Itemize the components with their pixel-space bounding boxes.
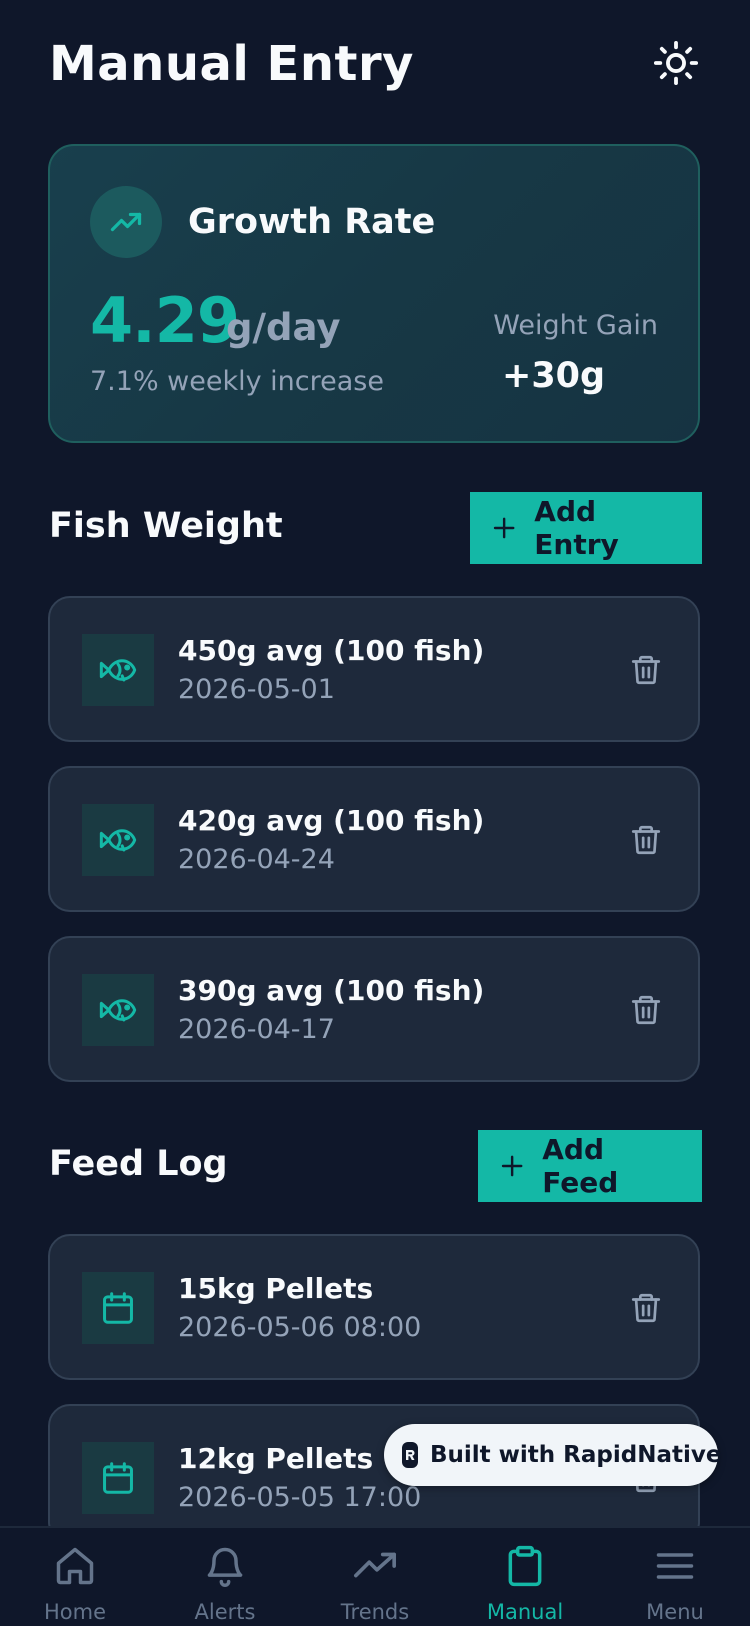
built-with-badge-text: Built with RapidNative xyxy=(430,1442,722,1468)
growth-rate-subtitle: 7.1% weekly increase xyxy=(90,366,384,397)
trending-up-icon xyxy=(110,212,142,232)
fish-icon xyxy=(99,999,137,1022)
nav-label-manual: Manual xyxy=(486,1600,564,1624)
fish-icon-container xyxy=(82,634,154,706)
entry-title: 390g avg (100 fish) xyxy=(178,974,485,1007)
theme-toggle-button[interactable] xyxy=(651,38,701,88)
entry-title: 450g avg (100 fish) xyxy=(178,634,485,667)
entry-date: 2026-05-05 17:00 xyxy=(178,1482,422,1513)
nav-label-home: Home xyxy=(43,1600,106,1624)
nav-label-menu: Menu xyxy=(646,1600,704,1624)
bell-icon xyxy=(207,1547,243,1587)
feed-log-section-title: Feed Log xyxy=(49,1144,228,1184)
fish-weight-section-title: Fish Weight xyxy=(49,506,283,546)
entry-title: 15kg Pellets xyxy=(178,1272,374,1305)
nav-item-manual[interactable]: Manual xyxy=(450,1528,600,1626)
entry-date: 2026-05-01 xyxy=(178,674,335,705)
growth-icon-container xyxy=(90,186,162,258)
fish-weight-entry: 420g avg (100 fish) 2026-04-24 xyxy=(48,766,700,912)
trash-icon xyxy=(631,995,661,1025)
fish-icon-container xyxy=(82,804,154,876)
nav-item-alerts[interactable]: Alerts xyxy=(150,1528,300,1626)
entry-date: 2026-05-06 08:00 xyxy=(178,1312,422,1343)
trash-icon xyxy=(631,1293,661,1323)
fish-icon-container xyxy=(82,974,154,1046)
weight-gain-label: Weight Gain xyxy=(493,310,658,341)
calendar-icon xyxy=(103,1462,133,1494)
page-title: Manual Entry xyxy=(49,36,414,92)
entry-date: 2026-04-24 xyxy=(178,844,335,875)
add-entry-button[interactable]: Add Entry xyxy=(470,492,702,564)
delete-entry-button[interactable] xyxy=(626,650,666,690)
add-feed-button[interactable]: Add Feed xyxy=(478,1130,702,1202)
growth-rate-title: Growth Rate xyxy=(188,202,436,242)
built-with-badge[interactable]: Built with RapidNative xyxy=(384,1424,722,1486)
rapidnative-logo-icon xyxy=(402,1442,418,1468)
trending-up-icon xyxy=(354,1552,396,1578)
calendar-icon xyxy=(103,1292,133,1324)
fish-weight-entry: 390g avg (100 fish) 2026-04-17 xyxy=(48,936,700,1082)
entry-title: 420g avg (100 fish) xyxy=(178,804,485,837)
header: Manual Entry xyxy=(49,30,701,100)
nav-item-home[interactable]: Home xyxy=(0,1528,150,1626)
sun-icon xyxy=(653,40,699,86)
calendar-icon-container xyxy=(82,1442,154,1514)
delete-entry-button[interactable] xyxy=(626,990,666,1030)
add-feed-label: Add Feed xyxy=(542,1133,619,1199)
add-entry-label: Add Entry xyxy=(534,495,619,561)
fish-weight-entry: 450g avg (100 fish) 2026-05-01 xyxy=(48,596,700,742)
plus-icon xyxy=(501,1155,523,1177)
bottom-nav: Home Alerts Trends Manual Menu xyxy=(0,1526,750,1624)
calendar-icon-container xyxy=(82,1272,154,1344)
growth-rate-value: 4.29 xyxy=(90,284,240,357)
clipboard-icon xyxy=(508,1545,542,1587)
nav-label-alerts: Alerts xyxy=(194,1600,256,1624)
plus-icon xyxy=(493,517,515,539)
menu-icon xyxy=(656,1553,694,1579)
growth-rate-card: Growth Rate 4.29 g/day 7.1% weekly incre… xyxy=(48,144,700,443)
growth-rate-unit: g/day xyxy=(226,306,341,349)
nav-item-trends[interactable]: Trends xyxy=(300,1528,450,1626)
nav-item-menu[interactable]: Menu xyxy=(600,1528,750,1626)
delete-entry-button[interactable] xyxy=(626,1288,666,1328)
weight-gain-value: +30g xyxy=(502,356,606,396)
feed-log-entry: 15kg Pellets 2026-05-06 08:00 xyxy=(48,1234,700,1380)
trash-icon xyxy=(631,825,661,855)
rapidnative-mark-icon xyxy=(406,1449,415,1460)
entry-date: 2026-04-17 xyxy=(178,1014,335,1045)
nav-label-trends: Trends xyxy=(340,1600,410,1624)
trash-icon xyxy=(631,655,661,685)
fish-icon xyxy=(99,829,137,852)
delete-entry-button[interactable] xyxy=(626,820,666,860)
fish-icon xyxy=(99,659,137,682)
entry-title: 12kg Pellets xyxy=(178,1442,374,1475)
home-icon xyxy=(56,1547,94,1585)
